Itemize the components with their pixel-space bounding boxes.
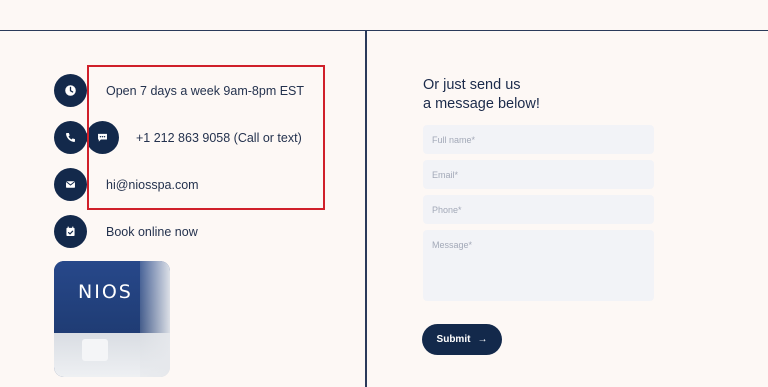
email-input[interactable] [423,160,654,189]
phone-icon[interactable] [54,121,87,154]
phone-input[interactable] [423,195,654,224]
top-divider [0,30,768,31]
highlight-box [87,65,325,210]
column-divider [365,30,367,387]
full-name-input[interactable] [423,125,654,154]
contact-section: Open 7 days a week 9am-8pm EST +1 212 86… [0,0,768,387]
message-input[interactable] [423,230,654,301]
mail-icon[interactable] [54,168,87,201]
submit-label: Submit [436,334,471,345]
clock-icon [54,74,87,107]
form-title: Or just send us a message below! [423,76,540,114]
form-title-line-2: a message below! [423,96,540,112]
book-online-link[interactable]: Book online now [106,225,198,239]
photo-logo-text: NIOS [78,281,133,303]
submit-button[interactable]: Submit → [422,324,502,355]
calendar-icon[interactable] [54,215,87,248]
arrow-right-icon: → [477,334,488,345]
form-title-line-1: Or just send us [423,77,521,93]
spa-photo: NIOS [54,261,170,377]
